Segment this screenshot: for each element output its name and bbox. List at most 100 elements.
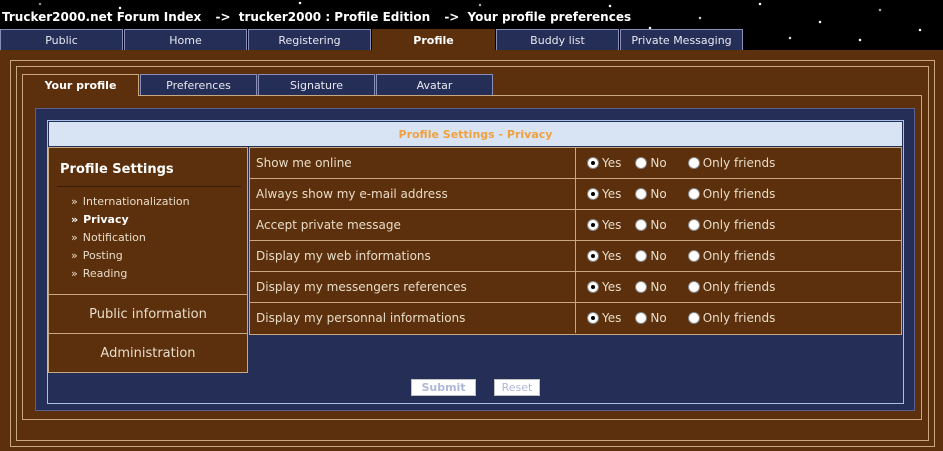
radio-no[interactable]: No [635, 187, 667, 201]
profile-subnavigation: Your profile Preferences Signature Avata… [22, 74, 494, 96]
sidebar-item-label: Internationalization [82, 195, 190, 208]
table-row: Show me online Yes No Only friends [250, 148, 901, 179]
radio-label: Only friends [702, 218, 776, 232]
panel-title: Profile Settings - Privacy [49, 122, 902, 146]
sidebar-block-public-information[interactable]: Public information [49, 294, 247, 333]
radio-unchecked-icon[interactable] [687, 188, 700, 200]
table-row: Display my personnal informations Yes No… [250, 303, 901, 334]
radio-label: Only friends [702, 280, 776, 294]
radio-label: Only friends [702, 249, 776, 263]
radio-no[interactable]: No [635, 311, 667, 325]
radio-no[interactable]: No [635, 156, 667, 170]
sidebar-item-internationalization[interactable]: » Internationalization [71, 195, 190, 213]
sidebar-block-administration[interactable]: Administration [49, 333, 247, 372]
radio-label: Yes [602, 218, 622, 232]
radio-checked-icon[interactable] [587, 219, 599, 231]
table-row: Accept private message Yes No Only frien… [250, 210, 901, 241]
radio-group: Yes No Only friends [587, 241, 789, 271]
tab-public[interactable]: Public [0, 29, 123, 50]
radio-label: Only friends [702, 156, 776, 170]
subtab-preferences[interactable]: Preferences [140, 74, 257, 95]
radio-only-friends[interactable]: Only friends [687, 311, 775, 325]
radio-checked-icon[interactable] [587, 281, 599, 293]
reset-button[interactable]: Reset [494, 379, 540, 396]
radio-yes[interactable]: Yes [587, 311, 621, 325]
settings-sidebar: Profile Settings » Internationalization »… [48, 147, 248, 373]
radio-label: No [650, 280, 667, 294]
radio-yes[interactable]: Yes [587, 156, 621, 170]
radio-group: Yes No Only friends [587, 303, 789, 333]
radio-yes[interactable]: Yes [587, 218, 621, 232]
top-navigation: Public Home Registering Profile Buddy li… [0, 29, 744, 51]
row-label: Always show my e-mail address [250, 179, 576, 209]
radio-label: No [650, 156, 667, 170]
bullet-icon: » [71, 213, 79, 226]
sidebar-divider [57, 186, 241, 187]
radio-checked-icon[interactable] [587, 188, 599, 200]
radio-no[interactable]: No [635, 249, 667, 263]
radio-no[interactable]: No [635, 280, 667, 294]
row-label: Show me online [250, 148, 576, 178]
radio-only-friends[interactable]: Only friends [687, 156, 776, 170]
row-label: Display my messengers references [250, 272, 576, 302]
tab-private-messaging[interactable]: Private Messaging [620, 29, 743, 50]
radio-unchecked-icon[interactable] [687, 219, 700, 231]
sidebar-item-label: Posting [82, 249, 123, 262]
radio-yes[interactable]: Yes [587, 280, 621, 294]
radio-unchecked-icon[interactable] [687, 312, 700, 324]
radio-unchecked-icon[interactable] [635, 312, 648, 324]
radio-unchecked-icon[interactable] [635, 219, 648, 231]
radio-only-friends[interactable]: Only friends [687, 280, 776, 294]
radio-yes[interactable]: Yes [587, 187, 621, 201]
radio-checked-icon[interactable] [587, 157, 599, 169]
breadcrumb-separator: -> [444, 10, 460, 24]
tab-profile[interactable]: Profile [372, 29, 495, 51]
radio-yes[interactable]: Yes [587, 249, 621, 263]
sidebar-section-title: Profile Settings [60, 162, 174, 177]
sidebar-item-notification[interactable]: » Notification [71, 231, 190, 249]
radio-group: Yes No Only friends [587, 210, 789, 240]
tab-buddy-list[interactable]: Buddy list [496, 29, 619, 50]
tab-home[interactable]: Home [124, 29, 247, 50]
table-row: Always show my e-mail address Yes No Onl… [250, 179, 901, 210]
breadcrumb-current: Your profile preferences [467, 10, 632, 24]
sidebar-item-label: Privacy [83, 213, 129, 226]
row-label: Accept private message [250, 210, 576, 240]
radio-group: Yes No Only friends [587, 179, 789, 209]
sidebar-item-label: Reading [82, 267, 128, 280]
subtab-signature[interactable]: Signature [258, 74, 375, 95]
radio-unchecked-icon[interactable] [635, 281, 648, 293]
sidebar-item-privacy[interactable]: » Privacy [71, 213, 190, 231]
subtab-your-profile[interactable]: Your profile [22, 74, 139, 96]
bullet-icon: » [71, 249, 78, 262]
radio-checked-icon[interactable] [587, 250, 599, 262]
row-label: Display my web informations [250, 241, 576, 271]
radio-only-friends[interactable]: Only friends [687, 187, 775, 201]
radio-unchecked-icon[interactable] [635, 188, 648, 200]
radio-unchecked-icon[interactable] [635, 250, 648, 262]
table-row: Display my messengers references Yes No … [250, 272, 901, 303]
radio-unchecked-icon[interactable] [635, 157, 648, 169]
radio-only-friends[interactable]: Only friends [687, 218, 776, 232]
subtab-avatar[interactable]: Avatar [376, 74, 493, 95]
radio-no[interactable]: No [635, 218, 667, 232]
sidebar-item-label: Notification [82, 231, 146, 244]
radio-only-friends[interactable]: Only friends [687, 249, 776, 263]
radio-unchecked-icon[interactable] [687, 157, 700, 169]
radio-label: Yes [602, 249, 622, 263]
radio-label: Yes [602, 156, 622, 170]
radio-checked-icon[interactable] [587, 312, 599, 324]
radio-unchecked-icon[interactable] [687, 250, 700, 262]
radio-unchecked-icon[interactable] [687, 281, 700, 293]
submit-button[interactable]: Submit [411, 379, 476, 396]
bullet-icon: » [71, 195, 78, 208]
radio-label: Yes [602, 311, 622, 325]
radio-label: No [650, 249, 667, 263]
sidebar-item-reading[interactable]: » Reading [71, 267, 190, 285]
breadcrumb-forum-index[interactable]: Trucker2000.net Forum Index [2, 10, 201, 24]
breadcrumb-profile-edition[interactable]: trucker2000 : Profile Edition [239, 10, 430, 24]
tab-registering[interactable]: Registering [248, 29, 371, 50]
table-row: Display my web informations Yes No Only … [250, 241, 901, 272]
row-label: Display my personnal informations [250, 303, 576, 333]
sidebar-item-posting[interactable]: » Posting [71, 249, 190, 267]
